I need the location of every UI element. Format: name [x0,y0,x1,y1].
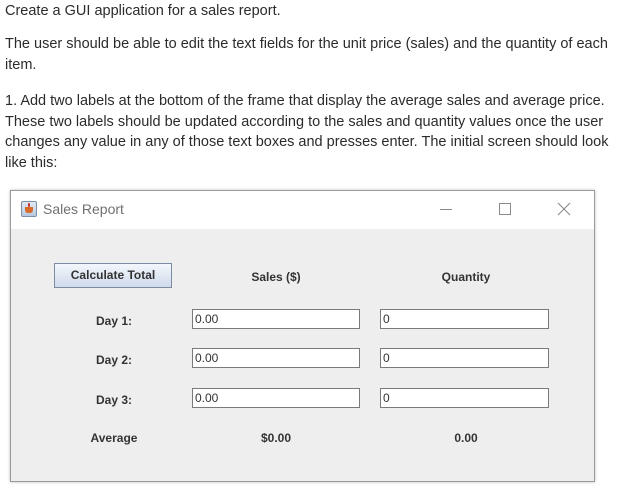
maximize-button[interactable] [488,197,522,221]
sales-header: Sales ($) [251,270,301,284]
java-coffee-cup-icon [21,201,37,217]
day-3-sales-field[interactable] [192,388,360,408]
instruction-line-3: 1. Add two labels at the bottom of the f… [5,93,609,171]
day-2-label: Day 2: [95,353,133,367]
day-1-label: Day 1: [95,314,133,328]
maximize-icon [499,203,511,215]
instruction-line-2: The user should be able to edit the text… [5,36,608,73]
day-2-quantity-field[interactable] [380,348,549,368]
average-quantity-value: 0.00 [454,431,478,445]
average-label: Average [90,431,138,445]
minimize-icon [440,209,452,210]
form-panel: Calculate Total Sales ($) Quantity Day 1… [11,229,594,481]
close-button[interactable] [547,197,581,221]
close-icon [557,202,571,216]
quantity-header: Quantity [441,270,491,284]
title-bar[interactable]: Sales Report [11,191,594,229]
day-2-sales-field[interactable] [192,348,360,368]
sales-report-window: Sales Report Calculate Total Sales ($) Q… [10,190,595,482]
calculate-total-button[interactable]: Calculate Total [54,263,172,288]
instruction-line-1: Create a GUI application for a sales rep… [5,3,281,19]
average-sales-value: $0.00 [260,431,292,445]
day-3-label: Day 3: [95,393,133,407]
day-3-quantity-field[interactable] [380,388,549,408]
day-1-quantity-field[interactable] [380,309,549,329]
window-title: Sales Report [43,201,124,217]
minimize-button[interactable] [429,197,463,221]
day-1-sales-field[interactable] [192,309,360,329]
page: Create a GUI application for a sales rep… [0,0,627,490]
